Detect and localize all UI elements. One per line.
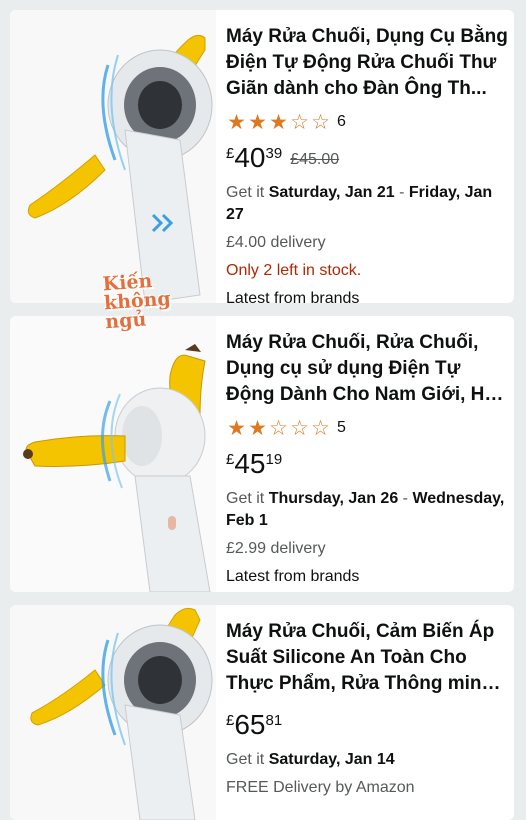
delivery-date: Saturday, Jan 21 — [268, 184, 395, 201]
product-title[interactable]: Máy Rửa Chuối, Cảm Biến Áp Suất Silicone… — [226, 619, 508, 697]
delivery-date: Saturday, Jan 14 — [268, 751, 395, 768]
product-image[interactable] — [10, 10, 216, 303]
watermark-logo: Kiến không ngủ — [102, 270, 173, 333]
star-empty-icon: ☆ — [290, 416, 309, 440]
star-empty-icon: ☆ — [290, 110, 309, 134]
product-rating[interactable]: ★ ★ ★ ☆ ☆ 6 — [226, 110, 508, 134]
star-filled-icon: ★ — [248, 416, 267, 440]
product-image[interactable] — [10, 605, 216, 820]
price-whole: 40 — [234, 142, 266, 173]
delivery-prefix: Get it — [226, 490, 269, 507]
star-empty-icon: ☆ — [269, 416, 288, 440]
delivery-date: Thursday, Jan 26 — [268, 490, 399, 507]
product-image[interactable] — [10, 316, 216, 592]
price-currency: £ — [226, 451, 235, 468]
delivery-prefix: Get it — [226, 751, 269, 768]
product-title[interactable]: Máy Rửa Chuối, Rửa Chuối, Dụng cụ sử dụn… — [226, 330, 508, 408]
price-currency: £ — [226, 712, 235, 729]
star-rating: ★ ★ ★ ☆ ☆ — [226, 110, 331, 135]
star-empty-icon: ☆ — [311, 416, 330, 440]
price-fraction: 81 — [265, 712, 283, 729]
star-empty-icon: ☆ — [311, 110, 330, 134]
product-card[interactable]: Máy Rửa Chuối, Cảm Biến Áp Suất Silicone… — [10, 605, 514, 820]
star-filled-icon: ★ — [227, 416, 246, 440]
star-filled-icon: ★ — [248, 110, 267, 134]
price-whole: 45 — [234, 448, 266, 479]
delivery-info: Get it Thursday, Jan 26 - Wednesday, Feb… — [226, 488, 508, 532]
price-currency: £ — [226, 145, 235, 162]
price-fraction: 39 — [265, 145, 283, 162]
rating-count[interactable]: 6 — [337, 113, 346, 131]
product-price: £ 65 81 — [226, 709, 508, 743]
delivery-fee: £2.99 delivery — [226, 540, 326, 557]
stock-status: Only 2 left in stock. — [226, 262, 362, 279]
product-price: £ 40 39 £45.00 — [226, 142, 508, 176]
product-rating[interactable]: ★ ★ ☆ ☆ ☆ 5 — [226, 416, 508, 440]
star-rating: ★ ★ ☆ ☆ ☆ — [226, 416, 331, 441]
brand-note: Latest from brands — [226, 568, 360, 585]
brand-note: Latest from brands — [226, 290, 360, 303]
delivery-prefix: Get it — [226, 184, 269, 201]
product-card[interactable]: Máy Rửa Chuối, Rửa Chuối, Dụng cụ sử dụn… — [10, 316, 514, 592]
product-title[interactable]: Máy Rửa Chuối, Dụng Cụ Bằng Điện Tự Động… — [226, 24, 508, 102]
product-card[interactable]: Máy Rửa Chuối, Dụng Cụ Bằng Điện Tự Động… — [10, 10, 514, 303]
delivery-separator: - — [398, 490, 413, 507]
delivery-info: Get it Saturday, Jan 14 — [226, 749, 508, 771]
old-price: £45.00 — [290, 151, 340, 168]
product-price: £ 45 19 — [226, 448, 508, 482]
star-filled-icon: ★ — [227, 110, 246, 134]
delivery-info: Get it Saturday, Jan 21 - Friday, Jan 27 — [226, 182, 508, 226]
rating-count[interactable]: 5 — [337, 419, 346, 437]
delivery-fee: £4.00 delivery — [226, 234, 326, 251]
price-whole: 65 — [234, 709, 266, 740]
delivery-fee: FREE Delivery by Amazon — [226, 779, 415, 796]
price-fraction: 19 — [265, 451, 283, 468]
delivery-separator: - — [394, 184, 409, 201]
star-filled-icon: ★ — [269, 110, 288, 134]
